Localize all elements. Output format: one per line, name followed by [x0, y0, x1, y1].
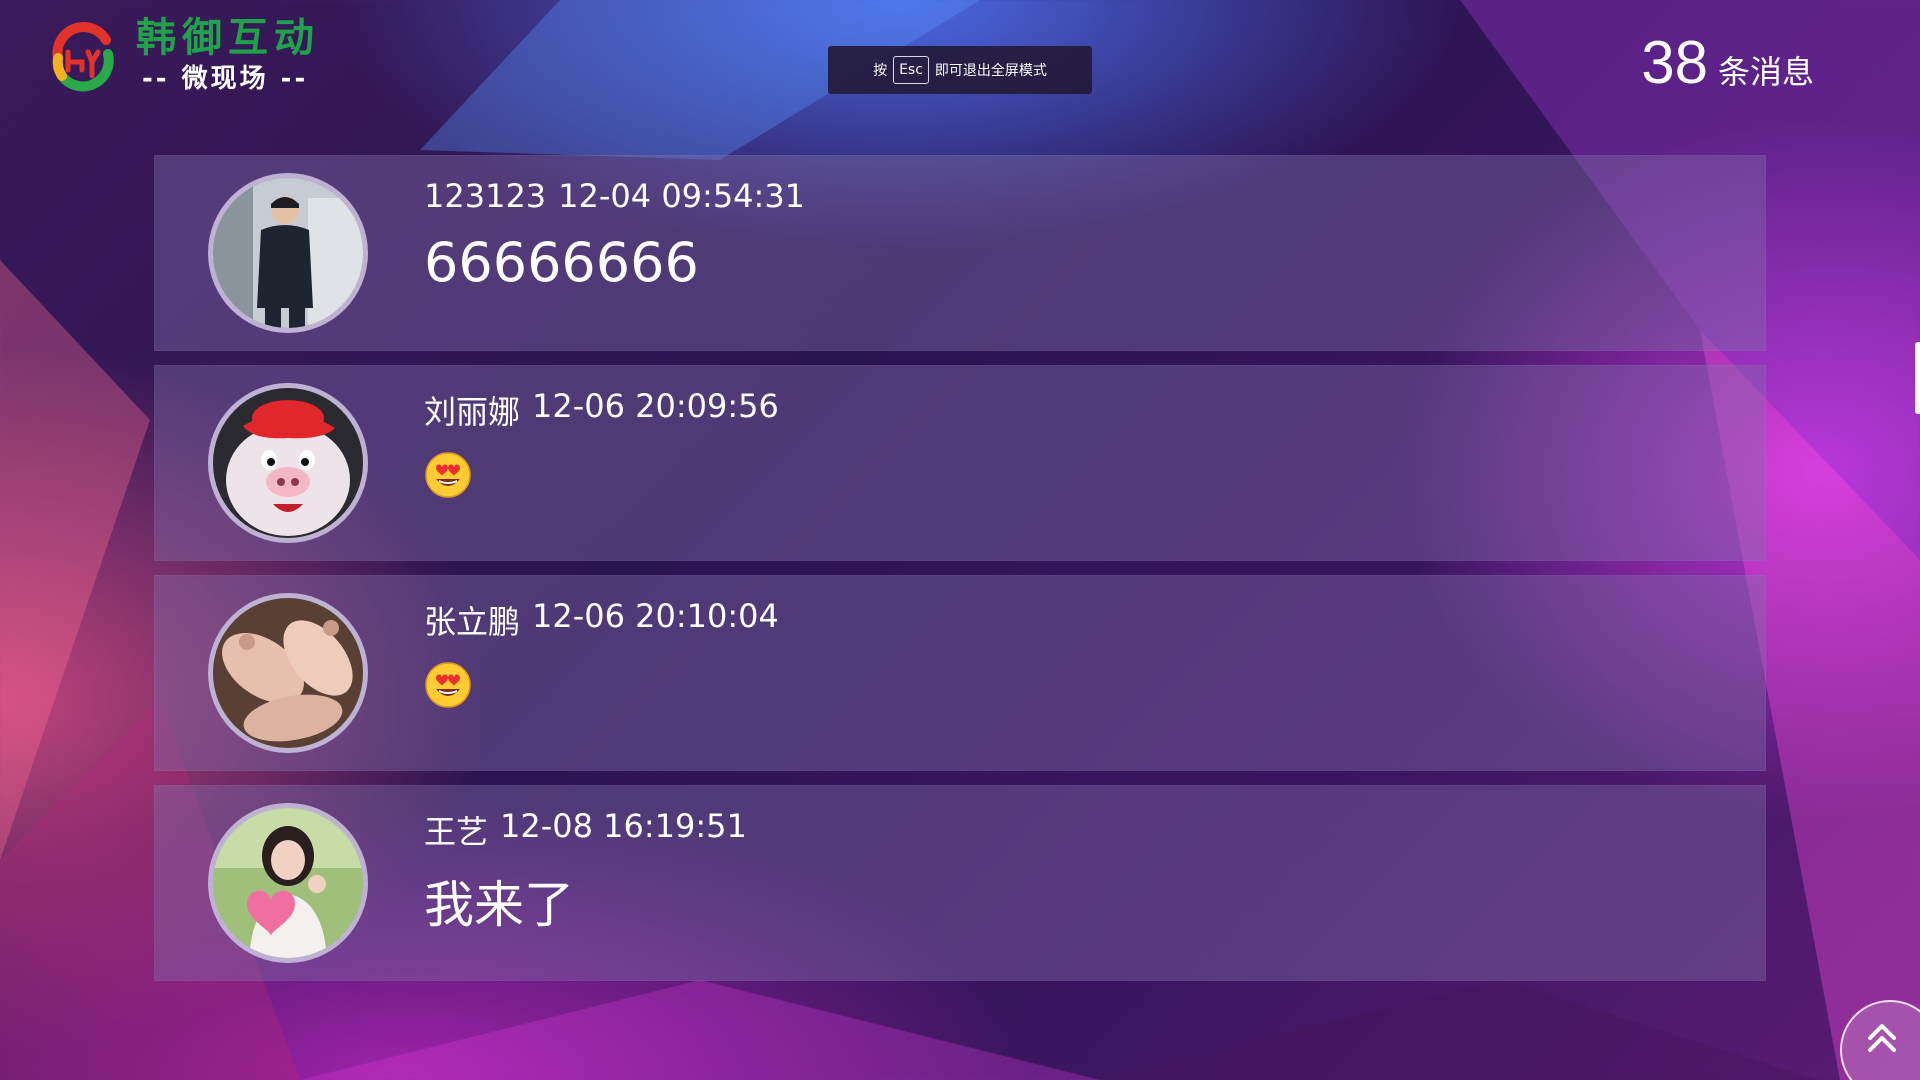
- fullscreen-exit-hint: 按 Esc 即可退出全屏模式: [828, 46, 1092, 94]
- message-meta: 123123 12-04 09:54:31: [424, 177, 805, 215]
- sender-name: 张立鹏: [424, 603, 521, 641]
- message-meta: 王艺 12-08 16:19:51: [424, 807, 747, 853]
- message-meta: 张立鹏 12-06 20:10:04: [424, 597, 779, 643]
- message-time: 12-08 16:19:51: [500, 807, 747, 845]
- message-card: 张立鹏 12-06 20:10:04: [154, 575, 1766, 771]
- sender-name: 王艺: [424, 813, 489, 851]
- message-time: 12-04 09:54:31: [558, 177, 806, 215]
- avatar: [208, 383, 368, 543]
- logo-title: 韩御互动: [136, 15, 320, 61]
- esc-key: Esc: [893, 56, 929, 84]
- heart-eyes-emoji-icon: [425, 452, 471, 498]
- message-count-unit: 条消息: [1717, 53, 1814, 91]
- message-time: 12-06 20:10:04: [532, 597, 779, 635]
- message-text: 66666666: [424, 231, 699, 294]
- esc-hint-prefix: 按: [873, 63, 888, 79]
- avatar: [208, 803, 368, 963]
- message-count: 38 条消息: [1641, 28, 1814, 97]
- heart-eyes-emoji-icon: [425, 662, 471, 708]
- message-card: 王艺 12-08 16:19:51 我来了: [154, 785, 1766, 981]
- logo: 韩御互动 -- 微现场 --: [48, 18, 320, 94]
- message-card: 123123 12-04 09:54:31 66666666: [154, 155, 1766, 351]
- scroll-top-button[interactable]: [1840, 1000, 1920, 1080]
- message-emoji: [424, 441, 472, 503]
- hy-logo-icon: [52, 22, 114, 92]
- piglets-avatar: [213, 598, 363, 748]
- message-list: 123123 12-04 09:54:31 66666666 刘丽娜 12-06…: [154, 155, 1766, 995]
- message-meta: 刘丽娜 12-06 20:09:56: [424, 387, 779, 433]
- sender-name: 123123: [424, 177, 547, 215]
- young-man-avatar: [213, 178, 363, 328]
- logo-subtitle: -- 微现场 --: [142, 64, 309, 94]
- pig-mascot-avatar: [213, 388, 363, 538]
- message-card: 刘丽娜 12-06 20:09:56: [154, 365, 1766, 561]
- double-chevron-up-icon: [1868, 1024, 1896, 1052]
- avatar: [208, 593, 368, 753]
- girl-heart-avatar: [213, 808, 363, 958]
- message-time: 12-06 20:09:56: [532, 387, 779, 425]
- message-emoji: [424, 651, 472, 713]
- sender-name: 刘丽娜: [424, 393, 521, 431]
- esc-hint-suffix: 即可退出全屏模式: [934, 63, 1047, 79]
- avatar: [208, 173, 368, 333]
- message-count-number: 38: [1641, 29, 1708, 96]
- side-panel-handle[interactable]: [1915, 342, 1920, 414]
- message-text: 我来了: [424, 876, 574, 934]
